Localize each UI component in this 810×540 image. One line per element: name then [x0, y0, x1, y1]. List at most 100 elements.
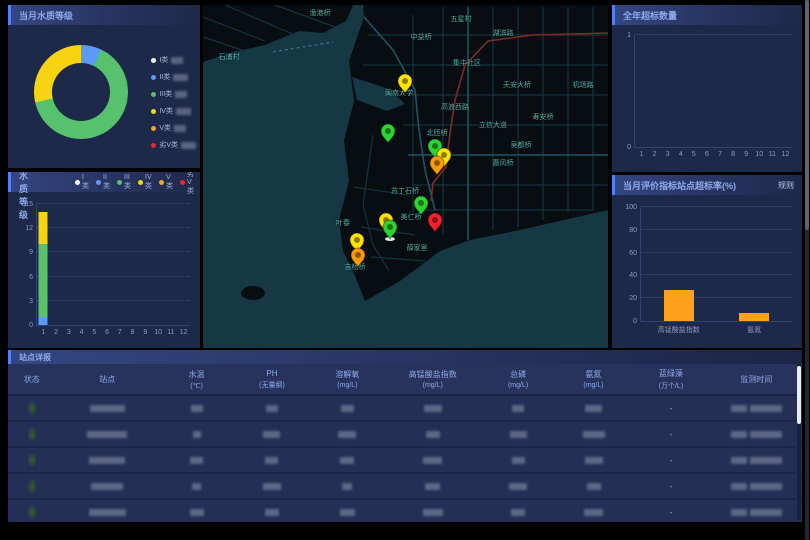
legend-item[interactable]: I类: [151, 55, 196, 65]
panel-month-exceed-rate: 当月评价指标站点超标率(%) 规则 020406080100高锰酸盐指数氨氮: [612, 175, 802, 348]
cell-station: [56, 404, 159, 413]
cell-station: [56, 430, 159, 439]
column-header-total-phosphorus: 总磷(mg/L): [480, 369, 555, 389]
legend-item[interactable]: IV类: [151, 106, 196, 116]
station-pin-icon[interactable]: [350, 247, 366, 268]
legend-label: 劣V类: [187, 172, 194, 196]
table-title: 站点详报: [19, 352, 51, 363]
map-label: 五星村: [451, 14, 472, 24]
redacted-value: [87, 431, 127, 438]
rate-bar[interactable]: [664, 290, 694, 321]
table-row[interactable]: -: [8, 500, 802, 522]
redacted-value: [584, 509, 603, 516]
exceed-rate-chart[interactable]: 020406080100高锰酸盐指数氨氮: [640, 207, 792, 322]
cell-total-phosphorus: [480, 508, 555, 517]
redacted-value: [423, 509, 443, 516]
rate-bar[interactable]: [739, 313, 769, 321]
cell-status: [8, 404, 56, 413]
panel-title: 当月评价指标站点超标率(%): [623, 179, 736, 192]
legend-item[interactable]: 劣V类: [180, 172, 194, 196]
legend-item[interactable]: IV类: [138, 172, 152, 196]
panel-annual-water-grade: 全年水质等级 I类II类III类IV类V类劣V类 036912151234567…: [8, 172, 200, 348]
legend-item[interactable]: II类: [151, 72, 196, 82]
stacked-legend: I类 II类 III类 IV类 V类 劣V类: [35, 172, 200, 196]
panel-title: 全年超标数量: [623, 9, 677, 22]
cell-station: [56, 482, 159, 491]
column-header-dissolved-oxygen: 溶解氧(mg/L): [310, 369, 385, 389]
legend-dot-icon: [138, 180, 143, 185]
legend-item[interactable]: II类: [96, 172, 110, 196]
x-axis-tick: 4: [80, 329, 84, 336]
gridline: [37, 300, 190, 301]
stacked-bar-chart[interactable]: 03691215123456789101112: [36, 204, 190, 326]
redacted-value: [750, 483, 782, 490]
column-label: 氨氮: [586, 370, 602, 379]
table-row[interactable]: -: [8, 422, 802, 446]
table-row[interactable]: -: [8, 448, 802, 472]
legend-dot-icon: [151, 126, 156, 131]
redacted-value: [265, 509, 279, 516]
redacted-value: [731, 457, 747, 464]
dashboard: 当月水质等级 I类II类III类IV类V类劣V类 全年水质等级 I类II类III…: [8, 5, 802, 522]
redacted-value: [89, 457, 125, 464]
legend-item[interactable]: 劣V类: [151, 140, 196, 150]
panel-title-bar: 当月评价指标站点超标率(%) 规则: [612, 175, 802, 195]
column-header-water-temp: 水温(℃): [159, 369, 234, 390]
redacted-value: [510, 431, 527, 438]
map-label: 机场路: [573, 80, 594, 90]
panel-map[interactable]: 石浦村渔港桥五星村湖滨路中益桥集中社区天安大桥机场路闽南大学高浪西路寿安桥立信大…: [203, 5, 608, 348]
x-axis-tick: 3: [666, 151, 670, 158]
map-label: 叶春: [336, 218, 350, 228]
donut-chart[interactable]: [34, 45, 128, 139]
table-row[interactable]: -: [8, 474, 802, 498]
station-pin-icon[interactable]: [380, 123, 396, 144]
page-scrollbar[interactable]: [805, 0, 809, 540]
redacted-value: [585, 457, 603, 464]
redacted-value: [731, 509, 747, 516]
station-pin-icon[interactable]: [429, 155, 445, 176]
stacked-bar-segment[interactable]: [39, 317, 48, 325]
cell-status: [8, 430, 56, 439]
map-label: 高浪西路: [441, 102, 469, 112]
legend-item[interactable]: III类: [151, 89, 196, 99]
station-pin-icon[interactable]: [397, 73, 413, 94]
legend-item[interactable]: V类: [159, 172, 173, 196]
map-label: 渔港桥: [310, 8, 331, 18]
cell-ammonia-nitrogen: [556, 482, 631, 491]
table-title-bar: 站点详报: [8, 350, 802, 364]
donut-hole: [52, 63, 110, 121]
redacted-value: [193, 431, 201, 438]
x-axis-tick: 11: [167, 329, 174, 336]
table-scrollbar[interactable]: [797, 364, 801, 520]
redacted-value: [731, 405, 747, 412]
legend-dot-icon: [180, 180, 185, 185]
redacted-value: [181, 142, 196, 149]
x-axis-tick: 5: [692, 151, 696, 158]
table-scrollbar-thumb[interactable]: [797, 366, 801, 424]
annual-exceed-chart[interactable]: 01123456789101112: [634, 35, 792, 148]
legend-item[interactable]: V类: [151, 123, 196, 133]
x-axis-tick: 2: [653, 151, 657, 158]
redacted-value: [750, 457, 782, 464]
cell-ammonia-nitrogen: [556, 430, 631, 439]
station-pin-icon[interactable]: [382, 219, 398, 240]
station-pin-icon[interactable]: [427, 212, 443, 233]
redacted-value: [340, 457, 354, 464]
map-label: 集中社区: [453, 58, 481, 68]
map-label: 石浦村: [219, 52, 240, 62]
column-unit: (mg/L): [556, 382, 631, 389]
panel-title-bar: 当月水质等级: [8, 5, 200, 25]
column-unit: (mg/L): [310, 382, 385, 389]
stacked-bar-segment[interactable]: [39, 212, 48, 244]
cell-station: [56, 456, 159, 465]
table-row[interactable]: -: [8, 396, 802, 420]
cell-total-phosphorus: [480, 482, 555, 491]
page-scrollbar-thumb[interactable]: [805, 0, 809, 230]
legend-item[interactable]: III类: [117, 172, 131, 196]
rule-link[interactable]: 规则: [778, 180, 802, 191]
legend-item[interactable]: I类: [75, 172, 89, 196]
gridline: [641, 206, 792, 207]
cell-ph: [234, 430, 309, 439]
stacked-bar-segment[interactable]: [39, 244, 48, 317]
cell-permanganate-index: [385, 430, 480, 439]
